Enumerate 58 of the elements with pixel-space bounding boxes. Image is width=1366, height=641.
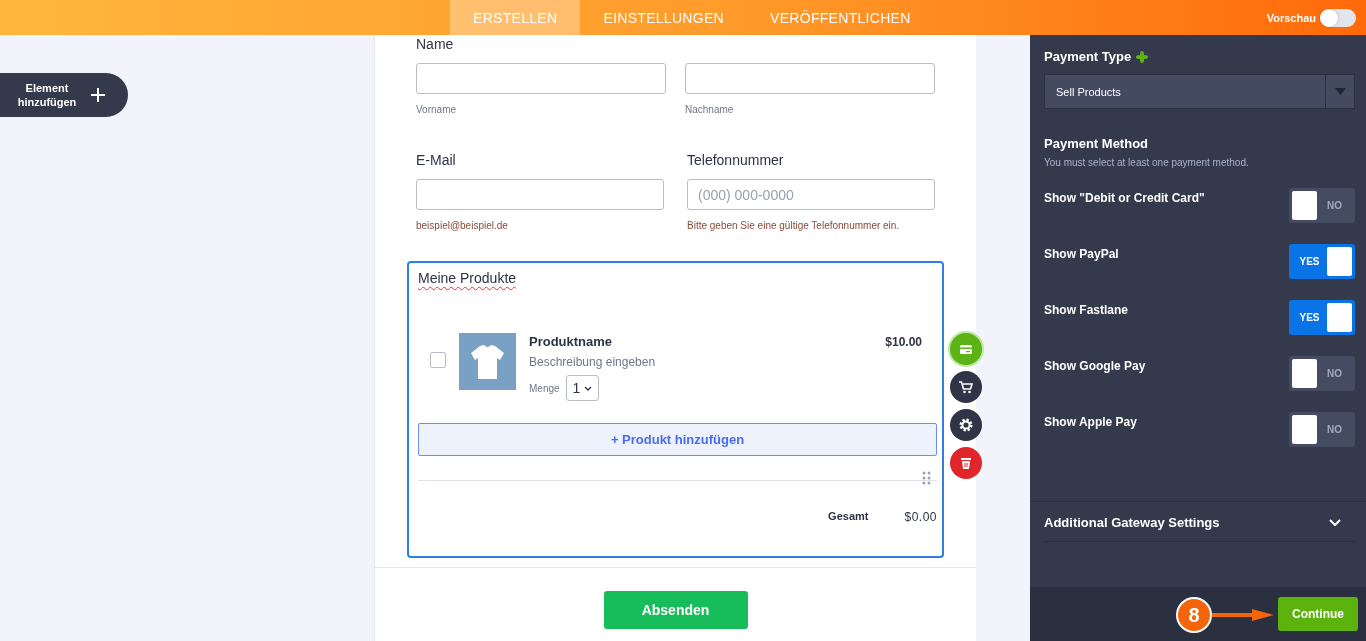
toggle-label: Show Apple Pay xyxy=(1044,414,1137,429)
chevron-down-icon xyxy=(1329,519,1341,526)
dropdown-arrow-icon xyxy=(1334,88,1346,95)
nav-tab[interactable]: VERÖFFENTLICHEN xyxy=(747,0,934,35)
chevron-down-icon xyxy=(584,385,593,391)
field-label: Name xyxy=(416,36,455,52)
required-icon xyxy=(1136,50,1149,63)
quantity-select[interactable]: 1 xyxy=(565,375,600,401)
field-label: Payment Type xyxy=(1044,49,1132,64)
toggle-label: Show PayPal xyxy=(1044,246,1119,261)
toggle-label: Show Fastlane xyxy=(1044,302,1129,317)
total-label: Gesamt xyxy=(828,510,869,524)
preview-label: Vorschau xyxy=(1266,11,1316,24)
submit-button[interactable]: Absenden xyxy=(603,591,748,629)
field-sublabel: beispiel@beispiel.de xyxy=(416,220,509,231)
field-sublabel: Vorname xyxy=(416,104,458,115)
accordion-header[interactable]: Additional Gateway Settings xyxy=(1044,502,1355,542)
field-label: E-Mail xyxy=(416,152,457,168)
product-price: $10.00 xyxy=(885,335,922,351)
input-field[interactable] xyxy=(685,63,935,94)
field-sublabel: Nachname xyxy=(685,104,735,115)
product-description: Beschreibung eingeben xyxy=(529,355,656,369)
product-name: Produktname xyxy=(529,334,614,349)
cart-icon xyxy=(958,379,974,395)
field-label: Meine Produkte xyxy=(418,270,517,286)
field-label: Payment Method xyxy=(1044,136,1148,151)
toggle-switch[interactable]: NO xyxy=(1289,188,1355,223)
add-product-button[interactable]: + Produkt hinzufügen xyxy=(418,423,937,456)
input-field[interactable]: (000) 000-0000 xyxy=(687,179,935,210)
add-element-button[interactable]: Element hinzufügen xyxy=(0,73,128,117)
toggle-switch[interactable]: NO xyxy=(1289,356,1355,391)
cart-button[interactable] xyxy=(950,371,982,403)
settings-icon xyxy=(958,417,974,433)
shirt-icon xyxy=(459,333,516,390)
plus-icon xyxy=(90,87,106,103)
step-badge: 8 xyxy=(1176,597,1212,633)
toggle-switch[interactable]: NO xyxy=(1289,412,1355,447)
toggle-label: Show "Debit or Credit Card" xyxy=(1044,190,1205,205)
toggle-label: Show Google Pay xyxy=(1044,358,1146,373)
arrow-icon xyxy=(1212,609,1274,621)
settings-button[interactable] xyxy=(950,409,982,441)
preview-toggle[interactable] xyxy=(1320,8,1356,27)
card-button[interactable] xyxy=(950,333,982,365)
continue-button[interactable]: Continue xyxy=(1278,597,1358,631)
payment-type-select[interactable]: Sell Products xyxy=(1044,74,1355,109)
total-value: $0.00 xyxy=(904,510,937,524)
nav-tab[interactable]: EINSTELLUNGEN xyxy=(580,0,747,35)
input-field[interactable] xyxy=(416,63,666,94)
input-field[interactable] xyxy=(416,179,664,210)
hint-text: You must select at least one payment method. xyxy=(1044,157,1250,168)
trash-icon xyxy=(958,455,974,471)
field-sublabel: Bitte geben Sie eine gültige Telefonnummer ein. xyxy=(687,220,901,231)
field-label: Telefonnummer xyxy=(687,152,785,168)
quantity-label: Menge xyxy=(529,382,560,394)
checkbox[interactable] xyxy=(430,352,446,368)
toggle-switch[interactable]: YES xyxy=(1289,300,1355,335)
delete-button[interactable] xyxy=(950,447,982,479)
toggle-switch[interactable]: YES xyxy=(1289,244,1355,279)
